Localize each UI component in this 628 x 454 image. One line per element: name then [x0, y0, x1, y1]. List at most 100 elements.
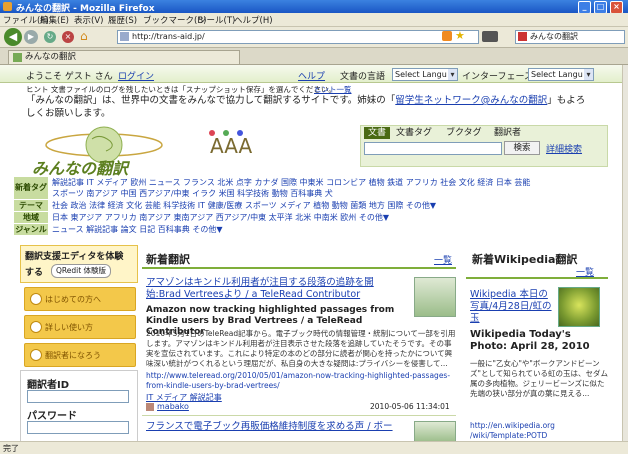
wikipedia-excerpt: 一般に"乙女心"や"ボークアンドビーンズ"として知られている虹の玉は、セダム属の…: [470, 359, 608, 398]
logo-text: みんなの翻訳: [32, 159, 129, 178]
interface-label: インターフェース: [462, 72, 534, 82]
firefox-icon: [3, 2, 12, 11]
doc-lang-select[interactable]: Select Langu: [392, 68, 458, 81]
stop-icon[interactable]: ×: [62, 31, 74, 43]
print-icon[interactable]: [482, 31, 498, 42]
wikipedia-photo-ja[interactable]: Wikipedia 本日の写真/4月28日/虹の玉: [470, 289, 554, 325]
search-tab-translators[interactable]: 翻訳者: [494, 127, 521, 139]
tag-row-label: ジャンル: [14, 224, 48, 235]
editor-promo-line2: する: [25, 268, 44, 278]
window-titlebar: みんなの翻訳 - Mozilla Firefox _ □ ×: [0, 0, 628, 14]
search-box[interactable]: みんなの翻訳: [515, 30, 625, 44]
wikipedia-underline: [466, 277, 608, 279]
item1-url[interactable]: http://www.teleread.org/2010/05/01/amazo…: [146, 371, 456, 391]
tag-row-links[interactable]: ニュース 解説記事 論文 日記 百科事典 その他▼: [52, 224, 222, 235]
editor-promo-line1: 翻訳支援エディタを体験: [25, 252, 124, 262]
bookmark-star-icon[interactable]: ★: [455, 29, 465, 42]
tag-row-links[interactable]: 日本 東アジア アフリカ 南アジア 東南アジア 西アジア/中東 太平洋 北米 中…: [52, 212, 389, 223]
page-content: ようこそ ゲスト さん ログイン ヘルプ 文書の言語 Select Langu …: [0, 65, 622, 441]
status-bar: 完了: [0, 441, 628, 454]
tag-row-label: テーマ: [14, 200, 48, 211]
beginner-label: はじめての方へ: [45, 295, 101, 304]
howto-label: 詳しい使い方: [45, 323, 93, 332]
new-translations-underline: [142, 267, 456, 269]
help-link[interactable]: ヘルプ: [298, 69, 325, 82]
rss-icon[interactable]: [442, 31, 452, 41]
tag-row-genre: ジャンル ニュース 解説記事 論文 日記 百科事典 その他▼: [14, 224, 606, 235]
welcome-text: ようこそ ゲスト さん: [26, 72, 113, 82]
password-input[interactable]: [27, 421, 129, 434]
address-bar[interactable]: http://trans-aid.jp/: [117, 30, 479, 44]
editor-promo[interactable]: 翻訳支援エディタを体験 する QRedit 体験版: [20, 245, 138, 283]
tab-minnano-honyaku[interactable]: みんなの翻訳: [8, 50, 240, 64]
tag-row-links[interactable]: 解説記事 IT メディア 欧州 ニュース フランス 北米 点字 カナダ 国際 中…: [52, 177, 530, 188]
menu-view[interactable]: 表示(V): [74, 14, 103, 26]
home-icon[interactable]: ⌂: [80, 30, 94, 43]
intro-text: 「みんなの翻訳」は、世界中の文書をみんなで協力して翻訳するサイトです。姉妹の「留…: [26, 94, 586, 120]
item1-title-ja[interactable]: アマゾンはキンドル利用者が注目する段落の追跡を開始:Brad Vertreesよ…: [146, 277, 408, 301]
new-translations-title: 新着翻訳: [146, 253, 190, 266]
search-tab-bookmark-tags[interactable]: ブクタグ: [446, 127, 482, 139]
qredit-badge: QRedit 体験版: [51, 264, 112, 278]
translator-icon: [30, 349, 42, 361]
back-icon[interactable]: ◀: [4, 28, 22, 46]
translator-id-label: 翻訳者ID: [27, 380, 70, 391]
wikipedia-thumbnail[interactable]: [558, 287, 600, 327]
intro-part-1: 「みんなの翻訳」は、世界中の文書をみんなで協力して翻訳するサイトです。姉妹の「: [26, 95, 396, 106]
wikipedia-photo-en: Wikipedia Today's Photo: April 28, 2010: [470, 329, 590, 352]
item2-thumbnail[interactable]: [414, 421, 456, 441]
wikipedia-url[interactable]: http://en.wikipedia.org: [470, 421, 610, 430]
interface-select[interactable]: Select Langu: [528, 68, 594, 81]
menu-tools[interactable]: ツール(T): [198, 14, 235, 26]
forward-icon[interactable]: ▶: [24, 30, 38, 44]
item1-date: 2010-05-06 11:34:01: [370, 402, 450, 411]
password-label: パスワード: [27, 411, 77, 422]
site-search-input[interactable]: [364, 142, 502, 155]
intro-sister-link[interactable]: 留学生ネットワーク@みんなの翻訳: [395, 95, 547, 106]
reload-icon[interactable]: ↻: [44, 31, 56, 43]
login-link[interactable]: ログイン: [118, 69, 154, 82]
tag-row-new-cont: スポーツ 南アジア 中国 西アジア/中東 イラク 米国 科学技術 動物 百科事典…: [14, 188, 606, 199]
new-translations-more-link[interactable]: 一覧: [434, 253, 452, 266]
howto-button[interactable]: 詳しい使い方: [24, 315, 136, 339]
wikipedia-url-cont[interactable]: /wiki/Template:POTD: [470, 431, 610, 440]
wikipedia-title: 新着Wikipedia翻訳: [472, 253, 578, 266]
tag-row-links[interactable]: スポーツ 南アジア 中国 西アジア/中東 イラク 米国 科学技術 動物 百科事典…: [52, 188, 333, 199]
login-panel: 翻訳者ID パスワード: [20, 370, 138, 441]
tab-favicon-icon: [13, 53, 22, 62]
svg-text:AAA: AAA: [210, 134, 252, 158]
menu-bookmarks[interactable]: ブックマーク(B): [143, 14, 206, 26]
menu-history[interactable]: 履歴(S): [108, 14, 137, 26]
menubar: ファイル(F) 編集(E) 表示(V) 履歴(S) ブックマーク(B) ツール(…: [0, 13, 628, 27]
menu-help[interactable]: ヘルプ(H): [234, 14, 273, 26]
tag-row-label: 地域: [14, 212, 48, 223]
tag-row-links[interactable]: 社会 政治 法律 経済 文化 芸能 科学技術 IT 健康/医療 スポーツ メディ…: [52, 200, 436, 211]
status-text: 完了: [3, 444, 19, 453]
advanced-search-link[interactable]: 詳細検索: [546, 142, 582, 155]
translator-id-input[interactable]: [27, 390, 129, 403]
tag-row-region: 地域 日本 東アジア アフリカ 南アジア 東南アジア 西アジア/中東 太平洋 北米…: [14, 212, 606, 223]
item2-title-ja[interactable]: フランスで電子ブック再販価格維持制度を求める声 / ボー: [146, 421, 408, 433]
vertical-scrollbar[interactable]: [622, 65, 628, 441]
doc-lang-label: 文書の言語: [340, 72, 386, 82]
tag-row-new: 新着タグ 解説記事 IT メディア 欧州 ニュース フランス 北米 点字 カナダ …: [14, 177, 606, 199]
item-divider: [142, 415, 456, 416]
item1-user[interactable]: mabako: [157, 402, 189, 411]
search-engine-icon: [518, 32, 527, 41]
become-translator-label: 翻訳者になろう: [45, 351, 101, 360]
search-tab-documents[interactable]: 文書: [364, 127, 391, 139]
tag-row-theme: テーマ 社会 政治 法律 経済 文化 芸能 科学技術 IT 健康/医療 スポーツ …: [14, 200, 606, 211]
search-button[interactable]: 検索: [504, 141, 540, 155]
beginner-button[interactable]: はじめての方へ: [24, 287, 136, 311]
address-text: http://trans-aid.jp/: [132, 32, 205, 41]
become-translator-button[interactable]: 翻訳者になろう: [24, 343, 136, 367]
menu-edit[interactable]: 編集(E): [40, 14, 69, 26]
tab-label: みんなの翻訳: [25, 52, 77, 62]
search-tab-doc-tags[interactable]: 文書タグ: [396, 127, 432, 139]
navigation-toolbar: ◀ ▶ ↻ × ⌂ http://trans-aid.jp/ ★ みんなの翻訳: [0, 27, 628, 48]
site-icon: [120, 32, 129, 41]
item1-thumbnail[interactable]: [414, 277, 456, 317]
tab-bar: みんなの翻訳: [0, 48, 628, 65]
howto-icon: [30, 321, 42, 333]
site-logo[interactable]: AAA みんなの翻訳: [20, 123, 350, 178]
